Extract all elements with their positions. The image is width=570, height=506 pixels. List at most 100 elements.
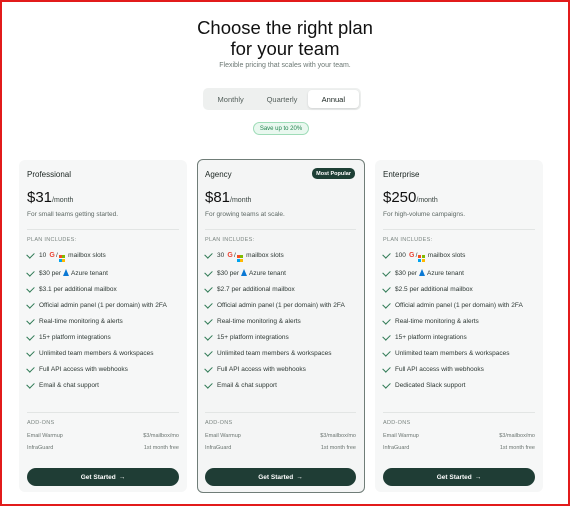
arrow-right-icon: → (474, 473, 482, 481)
microsoft-icon (58, 255, 66, 262)
feature-text: Email & chat support (217, 381, 277, 389)
addon-price: $3/mailbox/mo (143, 433, 179, 439)
button-label: Get Started (436, 473, 472, 481)
feature-item: $2.5 per additional mailbox (382, 283, 535, 294)
addons-label: ADD-ONS (27, 420, 55, 426)
feature-text: $30 per (39, 269, 62, 277)
check-icon (26, 379, 35, 389)
get-started-button-professional[interactable]: Get Started → (27, 468, 179, 486)
feature-text: $30 per (217, 269, 240, 277)
microsoft-icon (418, 255, 425, 262)
google-icon: G (408, 252, 415, 259)
feature-item: Real-time monitoring & alerts (382, 315, 535, 326)
feature-text: Official admin panel (1 per domain) with… (39, 301, 167, 309)
mailbox-count: 30 (217, 252, 225, 259)
get-started-button-enterprise[interactable]: Get Started → (383, 468, 535, 486)
check-icon (382, 299, 391, 309)
azure-icon (63, 268, 70, 276)
divider (205, 412, 356, 413)
addons-label: ADD-ONS (383, 420, 411, 426)
check-icon (26, 363, 35, 373)
price-period: /month (416, 197, 438, 204)
feature-item: $3.1 per additional mailbox (26, 283, 179, 294)
feature-text: $2.5 per additional mailbox (395, 285, 473, 293)
divider (205, 229, 356, 230)
plan-includes-label: PLAN INCLUDES: (27, 237, 77, 243)
price-period: /month (52, 197, 74, 204)
feature-text: Full API access with webhooks (217, 365, 306, 373)
azure-icon (241, 268, 248, 276)
check-icon (26, 267, 35, 277)
feature-text: Dedicated Slack support (395, 381, 466, 389)
check-icon (204, 331, 213, 341)
feature-item: Full API access with webhooks (26, 363, 179, 374)
feature-text: Email & chat support (39, 381, 99, 389)
billing-option-monthly[interactable]: Monthly (205, 90, 256, 108)
addon-name: Email Warmup (383, 433, 419, 439)
feature-text: 15+ platform integrations (217, 333, 289, 341)
feature-item: Unlimited team members & workspaces (204, 347, 356, 358)
feature-text: Real-time monitoring & alerts (39, 317, 123, 325)
feature-text: mailbox slots (427, 252, 466, 259)
addon-price: $3/mailbox/mo (320, 433, 356, 439)
check-icon (382, 267, 391, 277)
feature-text: Full API access with webhooks (39, 365, 128, 373)
button-label: Get Started (258, 473, 294, 481)
plan-name: Enterprise (383, 170, 420, 179)
feature-list: 10 G/ mailbox slots $30 per Azure tenant … (26, 250, 179, 397)
plan-description: For growing teams at scale. (205, 211, 285, 218)
divider (27, 229, 179, 230)
plan-description: For high-volume campaigns. (383, 211, 466, 218)
check-icon (204, 250, 213, 259)
feature-text: Real-time monitoring & alerts (395, 317, 479, 325)
check-icon (26, 347, 35, 357)
feature-text: Real-time monitoring & alerts (217, 317, 301, 325)
addon-row-infraguard: InfraGuard 1st month free (383, 445, 535, 451)
check-icon (382, 283, 391, 293)
google-icon: G (49, 252, 55, 259)
feature-item: Unlimited team members & workspaces (382, 347, 535, 358)
feature-item: Real-time monitoring & alerts (26, 315, 179, 326)
feature-list: 30 G/ mailbox slots $30 per Azure tenant … (204, 250, 356, 397)
divider (383, 229, 535, 230)
feature-item: Full API access with webhooks (382, 363, 535, 374)
feature-item: Official admin panel (1 per domain) with… (204, 299, 356, 310)
check-icon (204, 347, 213, 357)
billing-option-annual[interactable]: Annual (307, 90, 359, 108)
feature-text: Official admin panel (1 per domain) with… (217, 301, 345, 309)
mailbox-count: 100 (395, 252, 406, 259)
feature-text: $2.7 per additional mailbox (217, 285, 295, 293)
feature-text: Azure tenant (427, 269, 464, 277)
feature-item: $30 per Azure tenant (382, 267, 535, 278)
feature-text: $30 per (395, 269, 418, 277)
feature-item: Email & chat support (204, 379, 356, 390)
get-started-button-agency[interactable]: Get Started → (205, 468, 356, 486)
feature-item: $2.7 per additional mailbox (204, 283, 356, 294)
addon-price: $3/mailbox/mo (499, 433, 535, 439)
plan-name: Agency (205, 170, 232, 179)
feature-text: Unlimited team members & workspaces (39, 349, 154, 357)
addon-name: InfraGuard (383, 445, 410, 451)
feature-text: mailbox slots (68, 252, 106, 259)
price-period: /month (230, 197, 252, 204)
check-icon (204, 379, 213, 389)
feature-item: 100 G/ mailbox slots (382, 250, 535, 262)
billing-option-quarterly[interactable]: Quarterly (256, 90, 307, 108)
check-icon (26, 299, 35, 309)
addon-row-infraguard: InfraGuard 1st month free (27, 445, 179, 451)
page-subtitle: Flexible pricing that scales with your t… (219, 62, 351, 69)
feature-item: $30 per Azure tenant (204, 267, 356, 278)
most-popular-badge: Most Popular (312, 168, 355, 179)
feature-item: 15+ platform integrations (382, 331, 535, 342)
azure-icon (419, 268, 426, 276)
check-icon (204, 283, 213, 293)
feature-item: Full API access with webhooks (204, 363, 356, 374)
price-amount: $31 (27, 189, 53, 206)
check-icon (204, 267, 213, 277)
check-icon (26, 315, 35, 325)
addon-name: Email Warmup (27, 433, 63, 439)
google-icon: G (227, 252, 233, 259)
button-label: Get Started (80, 473, 116, 481)
feature-text: Azure tenant (249, 269, 286, 277)
plan-includes-label: PLAN INCLUDES: (205, 237, 255, 243)
